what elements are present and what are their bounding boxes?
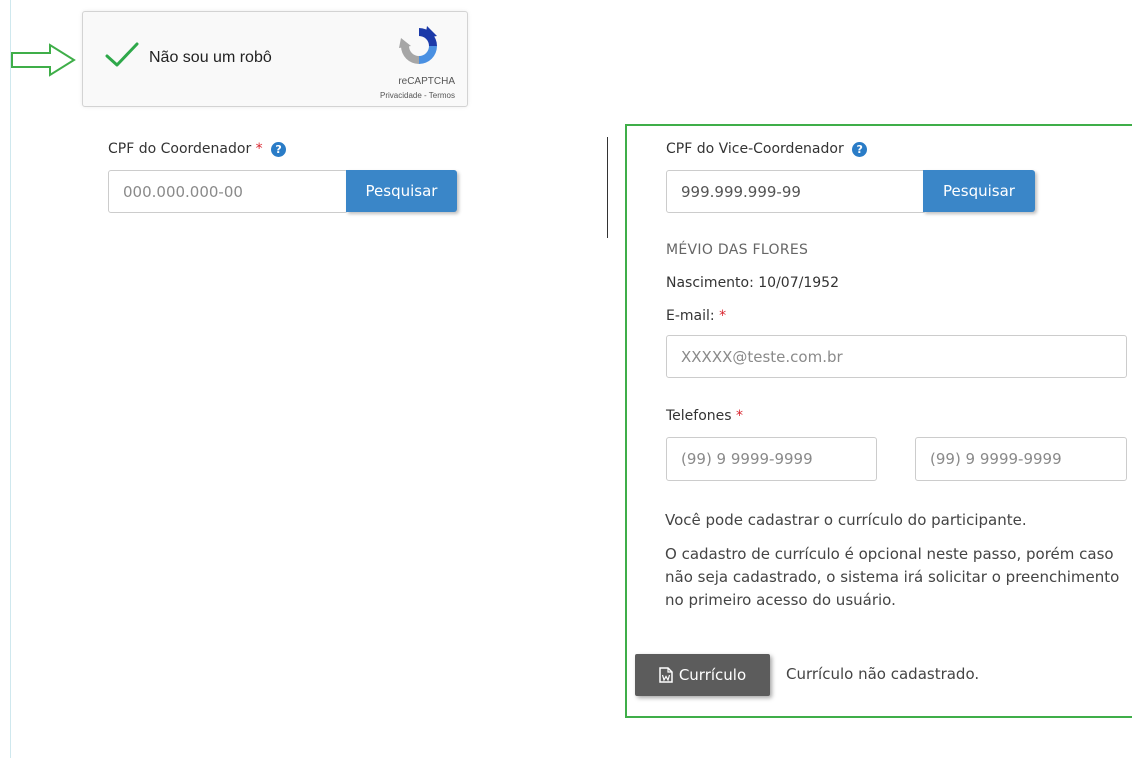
email-label-text: E-mail:: [666, 308, 715, 324]
participant-name: MÉVIO DAS FLORES: [666, 242, 809, 258]
search-coordenador-button[interactable]: Pesquisar: [346, 170, 457, 212]
recaptcha-brand: reCAPTCHA: [398, 76, 455, 87]
email-input[interactable]: [666, 335, 1127, 378]
required-asterisk: *: [255, 141, 263, 157]
phone-1-input[interactable]: [666, 437, 877, 481]
phones-label: Telefones *: [666, 408, 743, 424]
recaptcha-widget: Não sou um robô reCAPTCHA Privacidade - …: [82, 11, 468, 107]
required-asterisk: *: [736, 408, 744, 424]
cpf-coordenador-label: CPF do Coordenador * ?: [108, 141, 287, 157]
cpf-coordenador-input[interactable]: [108, 170, 348, 213]
recaptcha-links[interactable]: Privacidade - Termos: [380, 91, 455, 100]
birth-date: Nascimento: 10/07/1952: [666, 275, 839, 291]
recaptcha-logo-icon: [399, 26, 437, 64]
cpf-coordenador-label-text: CPF do Coordenador: [108, 141, 252, 157]
curriculo-button-label: Currículo: [678, 666, 747, 684]
left-edge-rule: [10, 0, 11, 758]
curriculo-button[interactable]: Currículo: [635, 654, 770, 696]
cpf-vice-label: CPF do Vice-Coordenador ?: [666, 141, 868, 157]
arrow-right-icon: [11, 43, 76, 77]
help-icon[interactable]: ?: [271, 141, 287, 157]
required-asterisk: *: [719, 308, 727, 324]
cpf-vice-label-text: CPF do Vice-Coordenador: [666, 141, 844, 157]
cpf-vice-input[interactable]: [666, 170, 926, 213]
curriculo-status: Currículo não cadastrado.: [786, 665, 980, 683]
help-icon[interactable]: ?: [852, 141, 868, 157]
checkmark-icon[interactable]: [105, 41, 139, 69]
email-label: E-mail: *: [666, 308, 726, 324]
search-vice-button[interactable]: Pesquisar: [923, 170, 1035, 212]
column-divider: [607, 137, 608, 238]
curriculum-info-line: Você pode cadastrar o currículo do parti…: [665, 511, 1027, 529]
phones-label-text: Telefones: [666, 408, 732, 424]
curriculum-info-paragraph: O cadastro de currículo é opcional neste…: [665, 545, 1120, 609]
captcha-label: Não sou um robô: [149, 49, 272, 66]
phone-2-input[interactable]: [915, 437, 1127, 481]
document-icon: [659, 667, 673, 683]
